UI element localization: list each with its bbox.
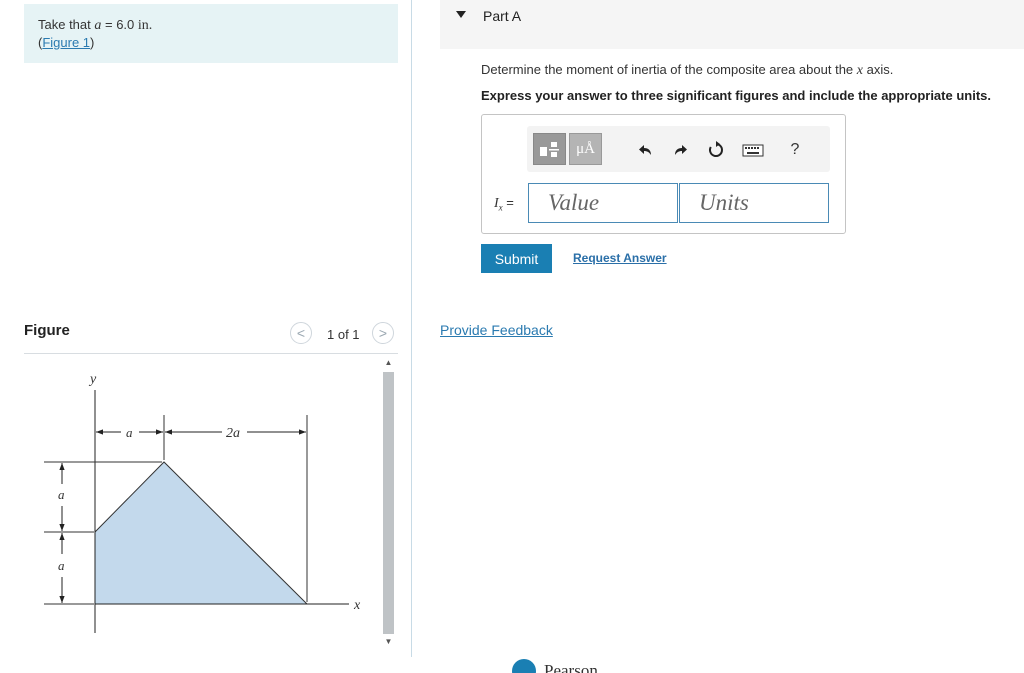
help-icon: ? (790, 141, 800, 158)
collapse-caret-icon[interactable] (456, 11, 466, 18)
units-button[interactable]: μÅ (569, 133, 602, 165)
figure-page-count: 1 of 1 (327, 327, 360, 342)
dim-a-left-upper-label: a (58, 487, 65, 502)
pearson-brand-text: Pearson (544, 661, 598, 673)
previous-figure-button[interactable]: < (290, 322, 312, 344)
scroll-up-arrow-icon[interactable]: ▲ (381, 356, 396, 370)
figure-title: Figure (24, 322, 70, 339)
x-axis-label: x (353, 598, 361, 613)
dim-2a-top-label: 2a (226, 426, 240, 441)
answer-equals: = (502, 195, 514, 210)
given-prefix: Take that (38, 17, 95, 32)
question-main: Determine the moment of inertia of the c… (481, 62, 857, 77)
scrollbar-thumb[interactable] (383, 372, 394, 634)
figure-1-link[interactable]: Figure 1 (42, 35, 90, 50)
keyboard-icon (742, 144, 764, 157)
close-paren: ) (90, 35, 95, 50)
question-text: Determine the moment of inertia of the c… (481, 62, 893, 79)
given-info-box: Take that a = 6.0 in. (Figure 1) (24, 4, 398, 63)
given-unit: in. (137, 18, 153, 33)
help-button[interactable]: ? (784, 139, 806, 161)
request-answer-link[interactable]: Request Answer (573, 251, 667, 265)
column-divider (411, 0, 412, 657)
dim-a-top-label: a (126, 425, 133, 440)
chevron-right-icon: > (378, 325, 388, 341)
redo-icon (675, 145, 687, 155)
given-equals: = 6.0 (101, 17, 138, 32)
reset-button[interactable] (705, 139, 727, 161)
chevron-left-icon: < (296, 325, 306, 341)
value-input[interactable] (528, 183, 678, 223)
templates-button[interactable] (533, 133, 566, 165)
figure-reference: (Figure 1) (38, 35, 94, 50)
undo-icon (639, 145, 651, 155)
pearson-logo-icon (512, 659, 536, 673)
redo-button[interactable] (669, 139, 691, 161)
scroll-down-arrow-icon[interactable]: ▼ (381, 635, 396, 649)
provide-feedback-link[interactable]: Provide Feedback (440, 322, 553, 338)
reset-icon (709, 141, 723, 157)
submit-button[interactable]: Submit (481, 244, 552, 273)
units-input[interactable] (679, 183, 829, 223)
composite-area-figure: y x a 2a a a (44, 372, 361, 633)
y-axis-label: y (88, 372, 97, 387)
composite-area-shape (94, 461, 309, 605)
figure-divider (24, 353, 398, 354)
math-toolbar: μÅ ? (527, 126, 830, 172)
dim-a-left-lower-label: a (58, 558, 65, 573)
given-statement: Take that a = 6.0 in. (38, 17, 152, 34)
units-button-label: μÅ (576, 140, 595, 157)
undo-button[interactable] (635, 139, 657, 161)
templates-icon (539, 142, 559, 157)
figure-scrollbar[interactable]: ▲ ▼ (381, 356, 396, 650)
instruction-text: Express your answer to three significant… (481, 88, 991, 103)
next-figure-button[interactable]: > (372, 322, 394, 344)
part-title: Part A (483, 8, 522, 24)
part-a-header[interactable]: Part A (440, 0, 1024, 49)
pearson-logo: Pearson (512, 657, 632, 673)
answer-box: μÅ ? Ix = (481, 114, 846, 234)
answer-variable-label: Ix = (494, 195, 514, 213)
question-suffix: axis. (862, 62, 894, 77)
keyboard-button[interactable] (740, 139, 766, 161)
